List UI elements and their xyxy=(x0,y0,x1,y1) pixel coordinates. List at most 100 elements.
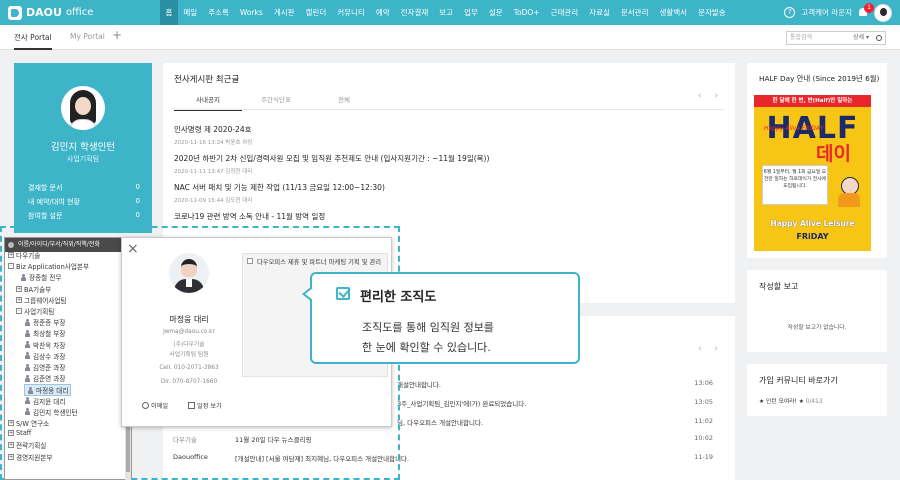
search-input[interactable]: 통합검색 상세 ▾ xyxy=(786,31,886,45)
nav-item[interactable]: 전자결재 xyxy=(395,0,434,25)
org-node-label: 김상수 과장 xyxy=(33,352,66,361)
stat-label: 내 예약/대여 현황 xyxy=(28,198,80,206)
org-tree-person[interactable]: 장종철 전무 xyxy=(20,272,61,282)
activity-pager[interactable]: ‹ › xyxy=(698,344,723,354)
expand-icon[interactable]: + xyxy=(8,252,14,258)
board-post[interactable]: NAC 서버 패치 및 기능 제한 작업 (11/13 금요일 12:00~12… xyxy=(174,182,694,204)
top-navigation-bar: DAOU office 홈 메일 주소록 Works 게시판 캘린더 커뮤니티 예약 전자결재 보… xyxy=(0,0,900,25)
community-item[interactable]: ★ 인턴 모여라! ★ 0/413 xyxy=(759,396,822,405)
post-meta: 2020-11-09 15:44 김도현 대리 xyxy=(174,198,253,204)
nav-item[interactable]: 근태관리 xyxy=(545,0,584,25)
question-icon[interactable]: ? xyxy=(784,7,796,18)
nav-item[interactable]: 홈 xyxy=(160,0,178,25)
employee-company: (주)다우기술 xyxy=(173,342,205,348)
org-tree-person[interactable]: 정준종 부장 xyxy=(24,317,65,327)
nav-item[interactable]: 주소록 xyxy=(203,0,235,25)
notification-badge: 1 xyxy=(864,3,874,13)
org-tree-person[interactable]: 김준영 과장 xyxy=(24,373,65,383)
expand-icon[interactable]: + xyxy=(16,285,22,292)
stat-reservation[interactable]: 내 예약/대여 현황 0 xyxy=(28,197,140,207)
org-tree-group[interactable]: + 전략기획실 xyxy=(8,440,46,450)
report-title: 작성할 보고 xyxy=(759,282,799,291)
activity-time: 11-19 xyxy=(694,453,713,461)
org-tree-group[interactable]: + BA기술부 xyxy=(16,284,51,294)
nav-item[interactable]: 설문 xyxy=(483,0,508,25)
org-tree-person[interactable]: 박찬옥 차장 xyxy=(24,340,65,350)
org-tree-group[interactable]: - 사업기획팀 xyxy=(16,306,54,316)
org-tree-group[interactable]: + 경영지원본부 xyxy=(8,452,52,462)
board-post[interactable]: 코로나19 관련 방역 소독 안내 - 11월 방역 일정 xyxy=(174,211,694,222)
nav-item[interactable]: 보고 xyxy=(434,0,459,25)
banner-top-text: 한 달에 한 번, 반(Half)만 일하는 xyxy=(754,95,871,107)
board-post[interactable]: 인사명령 제 2020-24호 2020-11-16 13:24 박윤호 차장 xyxy=(174,124,694,146)
org-node-label: 그룹웨어사업팀 xyxy=(24,296,67,305)
stat-survey[interactable]: 참여할 설문 0 xyxy=(28,211,140,221)
employee-email[interactable]: jwma@daou.co.kr xyxy=(122,329,256,335)
org-tree-group[interactable]: + S/W 연구소 xyxy=(8,418,49,428)
schedule-button[interactable]: 일정 보기 xyxy=(188,401,222,410)
nav-item[interactable]: ToDO+ xyxy=(508,0,545,25)
board-pager[interactable]: ‹ › xyxy=(698,91,723,101)
add-portal-button[interactable]: + xyxy=(112,28,122,42)
bell-icon[interactable]: 1 xyxy=(858,3,874,18)
nav-item[interactable]: 예약 xyxy=(370,0,395,25)
org-node-label: 박찬옥 차장 xyxy=(33,341,66,350)
stat-approval[interactable]: 결재할 문서 0 xyxy=(28,183,140,193)
expand-icon[interactable]: + xyxy=(8,430,14,437)
expand-icon[interactable]: + xyxy=(8,420,14,426)
org-tree-person[interactable]: 김영준 과장 xyxy=(24,362,65,372)
activity-message: 개설안내합니다. xyxy=(397,381,441,389)
nav-item[interactable]: 생활백서 xyxy=(654,0,693,25)
nav-item[interactable]: 자료실 xyxy=(584,0,616,25)
nav-item[interactable]: 문서관리 xyxy=(615,0,654,25)
person-icon xyxy=(24,329,31,337)
org-tree-person[interactable]: 김지윤 대리 xyxy=(24,396,65,406)
nav-item[interactable]: 메일 xyxy=(178,0,203,25)
org-node-label: 김영준 과장 xyxy=(33,364,66,372)
collapse-icon[interactable]: - xyxy=(16,308,22,314)
search-icon[interactable] xyxy=(876,35,882,41)
board-post[interactable]: 2020년 하반기 2차 신입/경력사원 모집 및 임직원 추천제도 안내 (입… xyxy=(174,153,694,175)
tab-company-portal[interactable]: 전사 Portal xyxy=(14,32,52,50)
logo-sub: office xyxy=(65,7,94,18)
org-tree-person[interactable]: 김민지 학생인턴 xyxy=(24,407,78,417)
org-tree-person[interactable]: 김상수 과장 xyxy=(24,351,65,361)
search-placeholder: 통합검색 xyxy=(790,34,813,41)
org-tree-group[interactable]: - Biz Application사업본부 xyxy=(8,261,89,271)
post-meta: 2020-11-16 13:24 박윤호 차장 xyxy=(174,140,253,146)
halfday-banner[interactable]: 한 달에 한 번, 반(Half)만 일하는 HALF Happy Alive … xyxy=(754,95,871,251)
logo-icon xyxy=(8,5,22,20)
nav-item[interactable]: 캘린더 xyxy=(300,0,332,25)
nav-item[interactable]: 커뮤니티 xyxy=(332,0,371,25)
nav-item[interactable]: Works xyxy=(234,0,268,25)
collapse-icon[interactable]: - xyxy=(8,263,14,270)
customer-lounge-link[interactable]: 고객케어 라운지 xyxy=(801,7,852,18)
employee-cell: Cell. 010-2071-3863 xyxy=(159,365,219,371)
tab-my-portal[interactable]: My Portal xyxy=(70,32,105,41)
community-title: 가입 커뮤니티 바로가기 xyxy=(759,376,838,385)
org-tree-person[interactable]: 마정웅 대리 xyxy=(24,384,72,397)
org-tree-group[interactable]: + Staff xyxy=(8,429,31,437)
close-icon[interactable]: × xyxy=(127,241,139,257)
org-tree-person[interactable]: 최상철 부장 xyxy=(24,328,65,338)
expand-icon[interactable]: + xyxy=(8,453,14,460)
org-node-label: 경영지원본부 xyxy=(16,453,53,462)
employee-duty: 다우오피스 제휴 및 파트너 마케팅 기획 및 관리 xyxy=(257,259,382,266)
org-node-label: 김준영 과장 xyxy=(33,375,66,384)
org-tree-group[interactable]: + 다우기술 xyxy=(8,250,40,260)
activity-message: 3주_사업기획팀_김민지'에(가) 완료되었습니다. xyxy=(397,400,527,408)
org-tree-group[interactable]: + 그룹웨어사업팀 xyxy=(16,295,66,305)
logo[interactable]: DAOU office xyxy=(0,5,160,20)
expand-icon[interactable]: + xyxy=(8,442,14,449)
expand-icon[interactable]: + xyxy=(16,296,22,303)
nav-item[interactable]: 업무 xyxy=(459,0,484,25)
nav-item[interactable]: 문자발송 xyxy=(693,0,732,25)
duty-checkbox xyxy=(247,258,253,264)
activity-time: 10:02 xyxy=(694,434,713,442)
user-avatar[interactable] xyxy=(874,3,892,22)
search-option-dropdown[interactable]: 상세 ▾ xyxy=(853,32,869,44)
org-node-label: 마정웅 대리 xyxy=(36,387,69,396)
email-button[interactable]: 이메일 xyxy=(142,401,168,410)
person-icon xyxy=(24,318,31,326)
nav-item[interactable]: 게시판 xyxy=(268,0,300,25)
